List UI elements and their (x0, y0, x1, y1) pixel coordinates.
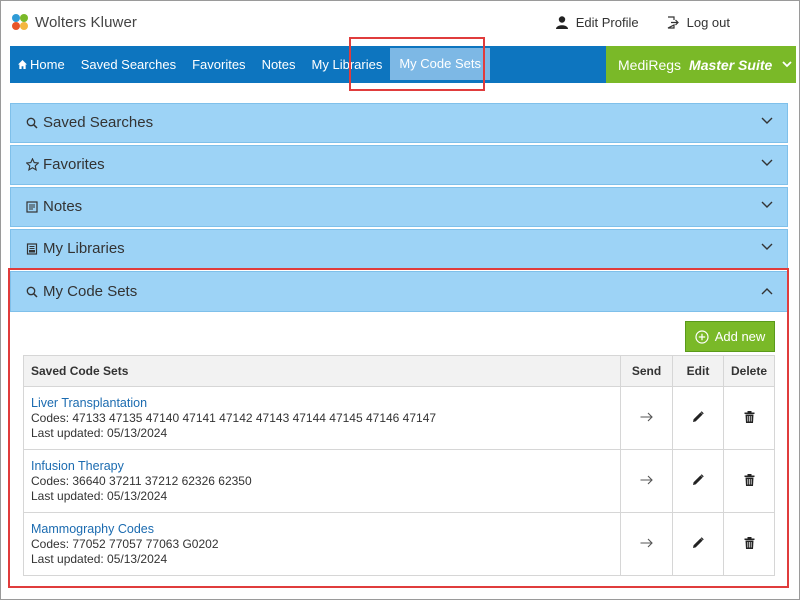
edit-profile-label: Edit Profile (575, 15, 639, 30)
log-out-link[interactable]: Log out (667, 15, 730, 30)
suite-name: MediRegs (618, 56, 682, 73)
suite-product: Master Suite (689, 56, 773, 73)
accordion-title: My Libraries (43, 240, 125, 257)
home-icon (18, 60, 27, 69)
user-icon (555, 16, 568, 29)
brand-name: Wolters Kluwer (35, 14, 137, 31)
note-icon (25, 200, 39, 214)
accordion-title: Saved Searches (43, 114, 154, 131)
nav-label-home: Home (30, 56, 65, 72)
nav-item-notes[interactable]: Notes (254, 46, 304, 83)
nav-highlight-box (349, 37, 485, 91)
edit-profile-link[interactable]: Edit Profile (555, 15, 639, 30)
chevron-down-icon (761, 201, 773, 208)
chevron-down-icon (761, 117, 773, 124)
accordion-favorites[interactable]: Favorites (10, 145, 788, 185)
wolters-kluwer-logo[interactable]: Wolters Kluwer (12, 14, 137, 31)
accordion-saved-searches[interactable]: Saved Searches (10, 103, 788, 143)
star-icon (25, 158, 39, 172)
brand-mark-icon (12, 14, 29, 31)
accordion-my-libraries[interactable]: My Libraries (10, 229, 788, 269)
chevron-down-icon (761, 243, 773, 250)
nav-item-favorites[interactable]: Favorites (184, 46, 253, 83)
accordion-title: Favorites (43, 156, 105, 173)
nav-item-home[interactable]: Home (10, 46, 73, 83)
accordion-title: Notes (43, 198, 83, 215)
nav-item-saved-searches[interactable]: Saved Searches (73, 46, 184, 83)
chevron-down-icon (782, 61, 792, 68)
book-icon (25, 242, 39, 256)
log-out-label: Log out (686, 15, 730, 30)
accordion-notes[interactable]: Notes (10, 187, 788, 227)
log-out-icon (667, 16, 679, 29)
chevron-down-icon (761, 159, 773, 166)
code-sets-highlight-box (8, 268, 789, 588)
suite-selector[interactable]: MediRegs Master Suite (606, 46, 796, 83)
search-icon (25, 116, 39, 130)
